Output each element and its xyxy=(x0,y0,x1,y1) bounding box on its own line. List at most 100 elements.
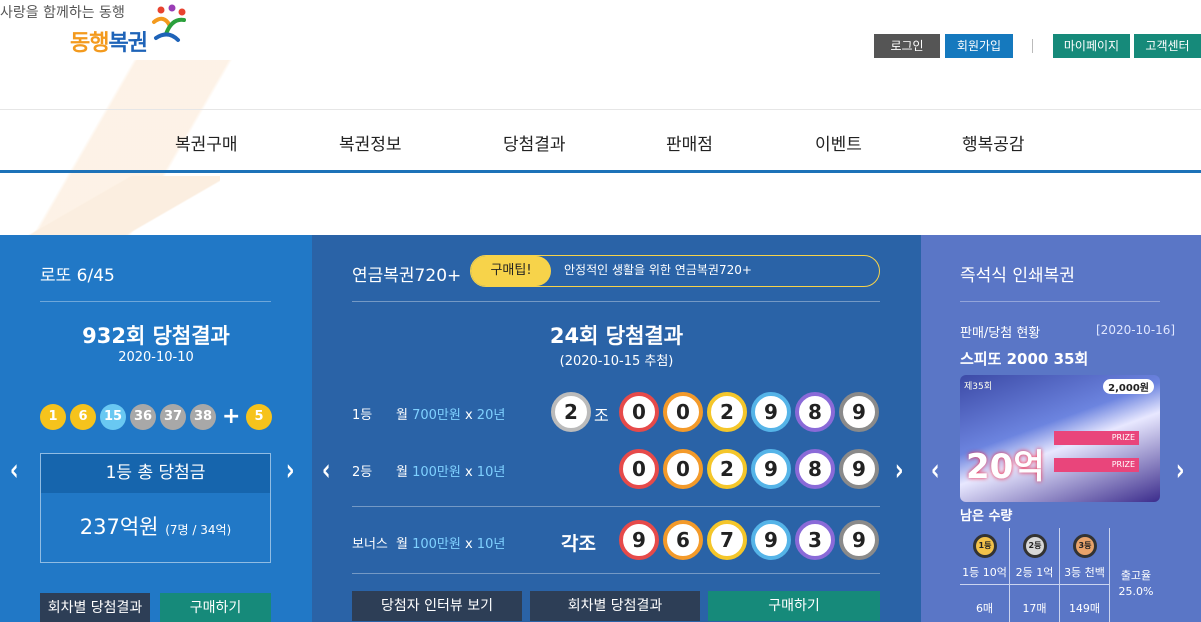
join-button[interactable]: 회원가입 xyxy=(945,34,1013,58)
lotto-buy-button[interactable]: 구매하기 xyxy=(160,593,271,622)
rank1-prize: 월 700만원 x 20년 xyxy=(396,404,505,423)
lotto-ball: 1 xyxy=(40,404,66,430)
divider xyxy=(40,301,271,302)
ticket-prize-strip: PRIZE xyxy=(1054,458,1139,472)
rank2-label: 2등 xyxy=(352,465,373,480)
prize-years: 10년 xyxy=(476,465,506,480)
prize-pre: 월 xyxy=(396,408,413,423)
prize-amount: 700만원 xyxy=(412,408,461,423)
decorative-stripe xyxy=(0,176,220,236)
pension-digit-ball: 0 xyxy=(663,449,703,489)
chevron-left-icon[interactable]: ‹ xyxy=(10,453,19,488)
customer-center-button[interactable]: 고객센터 xyxy=(1134,34,1201,58)
pension-panel xyxy=(312,235,921,622)
chevron-right-icon[interactable]: › xyxy=(1176,453,1185,488)
instant-title: 즉석식 인쇄복권 xyxy=(960,266,1075,286)
nav-item-happy[interactable]: 행복공감 xyxy=(962,130,1025,155)
pension-digit-ball: 9 xyxy=(751,392,791,432)
ticket-big-prize: 20억 xyxy=(966,447,1045,487)
divider xyxy=(352,506,880,507)
nav-item-results[interactable]: 당첨결과 xyxy=(503,130,566,155)
chevron-left-icon[interactable]: ‹ xyxy=(322,453,331,488)
remaining-prize: 2등 1억 xyxy=(1015,566,1054,579)
prize-years: 20년 xyxy=(476,408,506,423)
lotto-ball: 38 xyxy=(190,404,216,430)
remaining-cell: 3등 3등 천백 149매 xyxy=(1060,528,1110,622)
pension-results-button[interactable]: 회차별 당첨결과 xyxy=(530,591,700,621)
lotto-title: 로또 6/45 xyxy=(40,266,115,286)
prize-pre: 월 xyxy=(396,537,413,552)
each-group-label: 각조 xyxy=(561,533,596,555)
payout-value: 25.0% xyxy=(1118,585,1154,598)
divider xyxy=(352,573,880,574)
lotto-ball: 36 xyxy=(130,404,156,430)
ticket-price: 2,000원 xyxy=(1103,379,1154,394)
divider xyxy=(1032,39,1033,53)
pension-digit-ball: 0 xyxy=(663,392,703,432)
chevron-right-icon[interactable]: › xyxy=(286,453,295,488)
payout: 출고율 25.0% xyxy=(1112,568,1160,600)
divider xyxy=(1060,584,1109,585)
ticket-prize-strip: PRIZE xyxy=(1054,431,1139,445)
pension-digit-ball: 8 xyxy=(795,449,835,489)
pension-digit-ball: 0 xyxy=(619,392,659,432)
plus-sign: + xyxy=(222,404,241,429)
pension-date: (2020-10-15 추첨) xyxy=(559,354,674,369)
status-date: [2020-10-16] xyxy=(1096,323,1176,337)
lotto-ball: 37 xyxy=(160,404,186,430)
slogan: 사랑을 함께하는 동행 xyxy=(0,5,125,21)
pension-digit-ball: 9 xyxy=(839,449,879,489)
tip-text[interactable]: 안정적인 생활을 위한 연금복권720+ xyxy=(564,261,752,278)
medal-icon: 1등 xyxy=(973,534,997,558)
medal-icon: 3등 xyxy=(1073,534,1097,558)
top-buttons: 로그인 회원가입 마이페이지 고객센터 xyxy=(0,34,1201,58)
group-ball: 2 xyxy=(551,392,591,432)
divider xyxy=(960,301,1160,302)
remaining-table: 1등 1등 10억 6매 2등 2등 1억 17매 3등 3등 천백 149매 … xyxy=(960,528,1160,622)
nav-item-info[interactable]: 복권정보 xyxy=(339,130,402,155)
mypage-button[interactable]: 마이페이지 xyxy=(1053,34,1130,58)
remaining-prize: 3등 천백 xyxy=(1064,566,1105,579)
pension-digit-ball: 3 xyxy=(795,520,835,560)
ticket-round: 제35회 xyxy=(964,382,993,392)
pension-digit-ball: 2 xyxy=(707,392,747,432)
product-name: 스피또 2000 35회 xyxy=(960,350,1089,368)
prize-mid: x xyxy=(460,408,477,423)
prize-detail: (7명 / 34억) xyxy=(165,523,232,537)
divider xyxy=(1010,584,1059,585)
bonus-label: 보너스 xyxy=(352,537,388,552)
lotto-bonus-ball: 5 xyxy=(246,404,272,430)
remaining-cell: 2등 2등 1억 17매 xyxy=(1010,528,1060,622)
nav-item-events[interactable]: 이벤트 xyxy=(815,130,862,155)
payout-label: 출고율 xyxy=(1120,569,1152,582)
nav-item-buy[interactable]: 복권구매 xyxy=(175,130,238,155)
lotto-results-button[interactable]: 회차별 당첨결과 xyxy=(40,593,150,622)
pension-digit-ball: 0 xyxy=(619,449,659,489)
remaining-count: 6매 xyxy=(975,602,994,615)
lotto-date: 2020-10-10 xyxy=(118,350,194,365)
pension-digit-ball: 9 xyxy=(839,392,879,432)
pension-digit-ball: 9 xyxy=(619,520,659,560)
rank2-prize: 월 100만원 x 10년 xyxy=(396,461,505,480)
main-nav: 복권구매 복권정보 당첨결과 판매점 이벤트 행복공감 xyxy=(0,109,1201,173)
prize-amount-value: 237억원 xyxy=(79,515,159,539)
pension-digit-ball: 9 xyxy=(839,520,879,560)
divider xyxy=(352,301,880,302)
interview-button[interactable]: 당첨자 인터뷰 보기 xyxy=(352,591,522,621)
prize-years: 10년 xyxy=(476,537,506,552)
bonus-prize: 월 100만원 x 10년 xyxy=(396,533,505,552)
remaining-label: 남은 수량 xyxy=(960,509,1013,524)
prize-amount: 237억원 (7명 / 34억) xyxy=(41,511,270,541)
rank1-label: 1등 xyxy=(352,408,373,423)
prize-mid: x xyxy=(460,465,477,480)
lotto-round-title: 932회 당첨결과 xyxy=(82,324,230,348)
pension-buy-button[interactable]: 구매하기 xyxy=(708,591,880,621)
prize-pre: 월 xyxy=(396,465,413,480)
nav-item-stores[interactable]: 판매점 xyxy=(666,130,713,155)
chevron-left-icon[interactable]: ‹ xyxy=(931,453,940,488)
ticket-image[interactable]: 제35회 2,000원 20억 PRIZE PRIZE xyxy=(960,375,1160,502)
prize-amount: 100만원 xyxy=(412,465,461,480)
login-button[interactable]: 로그인 xyxy=(874,34,940,58)
chevron-right-icon[interactable]: › xyxy=(895,453,904,488)
prize-amount: 100만원 xyxy=(412,537,461,552)
